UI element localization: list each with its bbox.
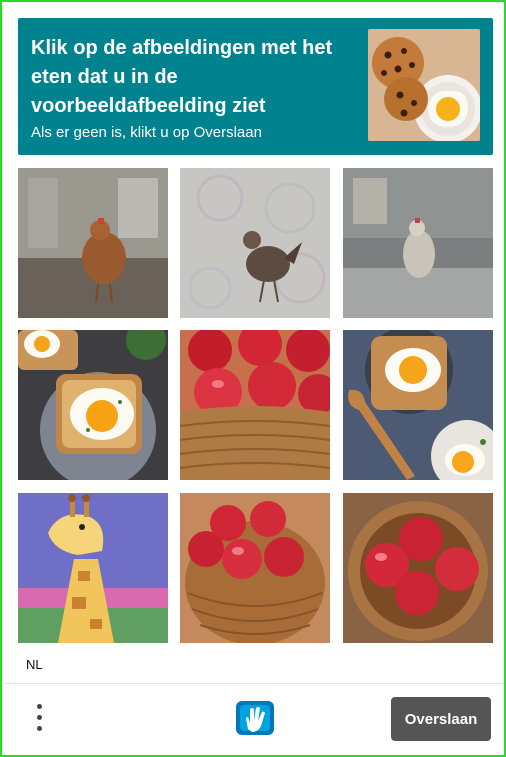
prompt-header: Klik op de afbeeldingen met het eten dat… — [18, 18, 493, 155]
skip-button[interactable]: Overslaan — [391, 697, 491, 741]
grid-tile[interactable] — [18, 330, 168, 480]
prompt-subtitle: Als er geen is, klikt u op Overslaan — [31, 124, 262, 141]
grid-tile[interactable] — [18, 493, 168, 643]
giraffe-image — [18, 493, 168, 643]
grid-tile[interactable] — [18, 168, 168, 318]
grid-tile[interactable] — [180, 168, 330, 318]
apple-basket-image — [343, 493, 493, 643]
prompt-title: Klik op de afbeeldingen met het eten dat… — [31, 37, 333, 117]
captcha-frame: Klik op de afbeeldingen met het eten dat… — [0, 0, 506, 757]
chicken-image — [343, 168, 493, 318]
grid-tile[interactable] — [343, 493, 493, 643]
grid-tile[interactable] — [180, 330, 330, 480]
chicken-image — [180, 168, 330, 318]
example-image — [368, 29, 480, 141]
egg-toast-image — [18, 330, 168, 480]
more-vertical-icon[interactable] — [30, 701, 50, 735]
apple-basket-image — [180, 493, 330, 643]
egg-toast-image — [343, 330, 493, 480]
language-selector[interactable]: NL — [26, 657, 43, 672]
apple-basket-image — [180, 330, 330, 480]
chicken-image — [18, 168, 168, 318]
grid-tile[interactable] — [343, 168, 493, 318]
grid-tile[interactable] — [180, 493, 330, 643]
footer-divider — [4, 683, 504, 684]
grid-tile[interactable] — [343, 330, 493, 480]
hcaptcha-logo-icon — [234, 699, 276, 737]
